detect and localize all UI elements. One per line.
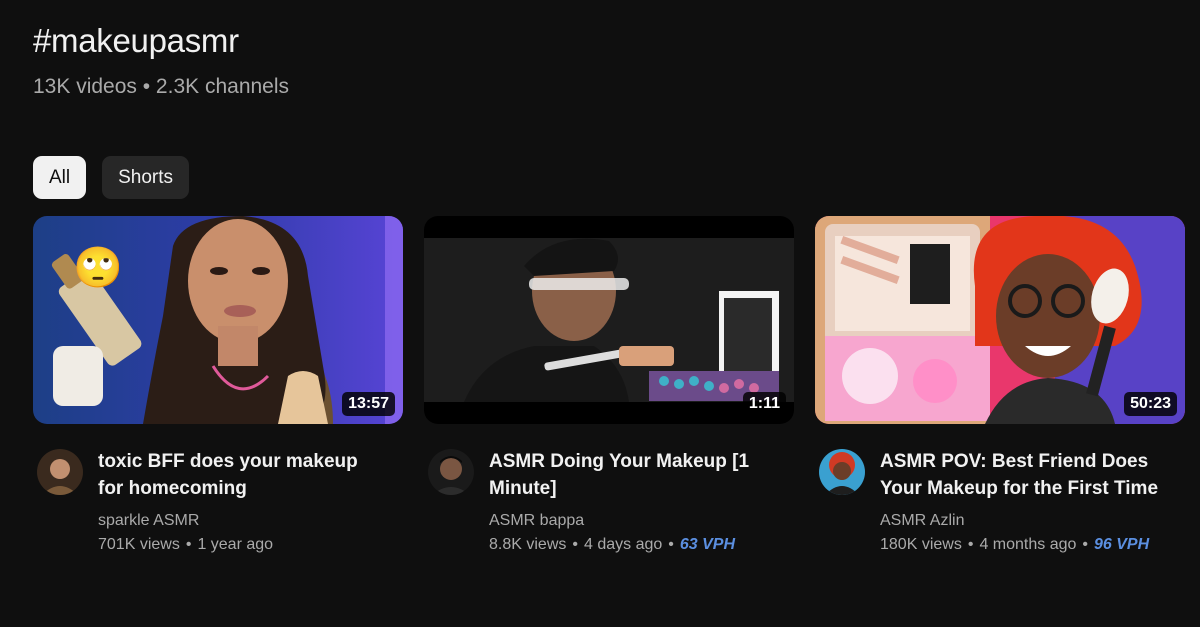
separator-dot: • [572,536,578,553]
video-title[interactable]: ASMR POV: Best Friend Does Your Makeup f… [880,448,1170,502]
separator-dot: • [967,536,974,553]
video-duration: 50:23 [1124,392,1177,416]
upload-age: 4 months ago [979,536,1077,553]
separator-dot: • [1082,536,1088,553]
separator-dot: • [185,536,192,553]
video-duration: 13:57 [342,392,395,416]
video-card[interactable]: 🙄 13:57 toxic BFF does your makeup for h… [33,216,403,564]
video-card[interactable]: 1:11 ASMR Doing Your Makeup [1 Minute] A… [424,216,794,564]
upload-age: 1 year ago [197,536,274,553]
video-thumbnail[interactable]: 50:23 [815,216,1185,424]
channel-avatar[interactable] [37,449,83,495]
vph-badge: 96 VPH [1094,536,1150,553]
channel-name[interactable]: ASMR Azlin [880,512,964,530]
separator-dot: • [668,536,674,553]
vph-badge: 63 VPH [679,536,736,553]
view-count: 701K views [98,536,180,553]
video-stats: 8.8K views • 4 days ago • 63 VPH [489,536,735,554]
video-thumbnail[interactable]: 1:11 [424,216,794,424]
filter-chip-all[interactable]: All [33,156,87,199]
channel-name[interactable]: sparkle ASMR [98,512,199,530]
video-card[interactable]: 50:23 ASMR POV: Best Friend Does Your Ma… [815,216,1185,564]
video-duration: 1:11 [742,392,786,416]
view-count: 180K views [880,536,962,553]
face-emoji: 🙄 [73,246,123,290]
filter-chip-shorts[interactable]: Shorts [102,156,190,199]
video-stats: 701K views • 1 year ago [98,536,273,554]
upload-age: 4 days ago [583,536,663,553]
channel-avatar[interactable] [819,449,865,495]
video-stats: 180K views • 4 months ago • 96 VPH [880,536,1149,554]
video-title[interactable]: toxic BFF does your makeup for homecomin… [98,448,388,502]
video-title[interactable]: ASMR Doing Your Makeup [1 Minute] [489,448,779,502]
video-thumbnail[interactable]: 🙄 13:57 [33,216,403,424]
hashtag-stats: 13K videos • 2.3K channels [33,75,290,98]
filter-chips: All Shorts [33,156,190,199]
channel-name[interactable]: ASMR bappa [489,512,584,530]
view-count: 8.8K views [489,536,567,553]
page-title: #makeupasmr [33,22,239,59]
channel-avatar[interactable] [428,449,474,495]
